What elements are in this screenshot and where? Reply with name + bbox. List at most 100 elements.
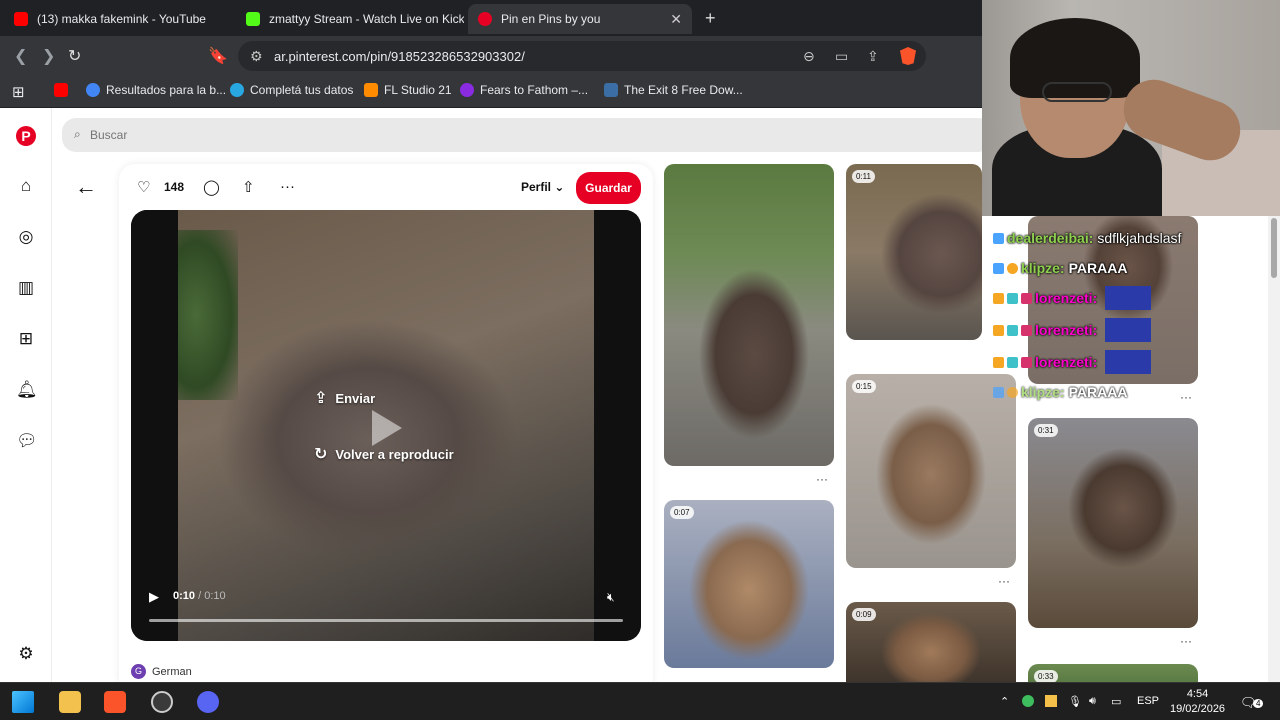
language-indicator[interactable]: ESP [1137,695,1159,707]
notifications-icon[interactable]: 🔔︎ [16,380,38,400]
bookmark-icon[interactable]: 🔖 [208,46,228,66]
feed-pin[interactable]: 0:09 [846,602,1016,682]
share-icon[interactable]: ⇧ [242,178,255,196]
feed-pin[interactable]: 0:11 [846,164,982,340]
url-text: ar.pinterest.com/pin/918523286532903302/ [274,49,525,64]
bookmark-exit8[interactable]: The Exit 8 Free Dow... [604,83,743,97]
explore-icon[interactable]: ◎ [16,227,36,247]
duration-badge: 0:11 [852,170,875,183]
verified-icon [993,386,1004,398]
back-icon[interactable]: ❮ [14,46,27,66]
webcam-overlay [982,0,1280,216]
google-icon [86,83,100,97]
bookmark-flstudio[interactable]: FL Studio 21 [364,83,452,97]
network-icon[interactable]: ▭ [1111,695,1121,708]
feed-pin[interactable]: 0:07 [664,500,834,668]
close-tab-icon[interactable]: ✕ [670,11,682,28]
badge-icon [1007,292,1018,304]
home-icon[interactable]: ⌂ [16,176,36,196]
youtube-icon [14,12,28,26]
more-options-icon[interactable]: ··· [998,574,1010,588]
tab-youtube[interactable]: (13) makka fakemink - YouTube [4,4,232,34]
badge-icon [1021,324,1032,336]
reload-icon[interactable]: ↻ [68,46,81,66]
search-bar[interactable]: ⌕ Buscar [62,118,992,152]
pin-author[interactable]: G German [131,664,192,679]
tray-app-icon[interactable] [1022,695,1034,707]
microphone-icon[interactable]: 🎙︎ [1068,695,1082,708]
share-icon[interactable]: ⇪ [867,48,879,65]
heart-icon[interactable]: ♡ [137,178,150,196]
tab-kick[interactable]: zmattyy Stream - Watch Live on Kick [236,4,464,34]
settings-icon[interactable]: ⚙ [16,644,36,664]
boards-icon[interactable]: ▥ [16,278,36,298]
emote-icon [1105,350,1152,374]
video-progress-bar[interactable] [149,619,623,622]
clock[interactable]: 4:54 19/02/2026 [1170,687,1225,717]
tray-overflow-icon[interactable]: ⌃ [1000,695,1009,708]
pin-actions-bar: ♡ 148 ◯ ⇧ ··· Perfil ⌄ Guardar [119,164,653,210]
pinterest-logo-icon[interactable]: P [16,126,36,146]
messages-icon[interactable]: 💬︎ [16,431,38,451]
scrollbar-thumb[interactable] [1271,218,1277,278]
feed-pin[interactable]: 0:15 [846,374,1016,568]
site-info-icon[interactable]: ⚙ [250,48,263,65]
chat-message: lorenzeti: [993,350,1152,374]
feed-pin[interactable] [664,164,834,466]
play-overlay-icon[interactable] [372,410,402,446]
badge-icon [1007,324,1018,336]
start-icon[interactable] [12,691,34,713]
duration-badge: 0:33 [1034,670,1058,682]
back-arrow-icon[interactable]: ← [75,174,97,200]
replay-button[interactable]: ↻ Volver a reproducir [314,444,454,464]
more-options-icon[interactable]: ··· [280,178,295,195]
more-options-icon[interactable]: ··· [1180,390,1192,404]
video-player[interactable]: ⇪ Enviar ↻ Volver a reproducir ▶ 0:10 / 0:… [131,210,641,641]
video-time: 0:10 / 0:10 [173,590,226,602]
play-icon[interactable]: ▶ [149,589,159,605]
chat-message: lorenzeti: [993,286,1152,310]
obs-icon[interactable] [151,691,173,713]
chat-message: dealerdeibai: sdflkjahdslasf [993,230,1181,246]
mute-icon[interactable]: 🔇︎ [607,590,615,605]
more-options-icon[interactable]: ··· [816,472,828,486]
bookmark-fears[interactable]: Fears to Fathom –... [460,83,588,97]
volume-icon[interactable]: 🔊︎ [1089,695,1096,708]
cast-icon[interactable]: ▭ [835,48,848,65]
bookmark-youtube[interactable] [54,83,74,97]
discord-icon[interactable] [197,691,219,713]
create-icon[interactable]: ⊞ [16,329,36,349]
send-button[interactable]: ⇪ Enviar [314,388,375,408]
duration-badge: 0:09 [852,608,876,621]
bookmark-completa[interactable]: Completá tus datos [230,83,353,97]
like-count: 148 [164,180,185,194]
feed-pin[interactable]: 0:33 [1028,664,1198,682]
apps-grid-icon[interactable]: ⊞ [12,83,25,101]
bookmark-google[interactable]: Resultados para la b... [86,83,226,97]
verified-icon [993,262,1004,274]
chat-message: lorenzeti: [993,318,1152,342]
duration-badge: 0:15 [852,380,876,393]
brave-shield-icon[interactable] [900,47,916,65]
forward-icon[interactable]: ❯ [42,46,55,66]
more-options-icon[interactable]: ··· [1180,634,1192,648]
zoom-icon[interactable]: ⊖ [803,48,815,65]
new-tab-button[interactable]: + [705,8,716,29]
left-nav: P ⌂ ◎ ▥ ⊞ 🔔︎ 💬︎ ⚙ [0,108,52,682]
search-placeholder: Buscar [90,128,128,142]
save-button[interactable]: Guardar [576,172,641,204]
profile-dropdown[interactable]: Perfil ⌄ [521,180,564,194]
flstudio-icon [364,83,378,97]
address-bar[interactable]: ⚙ ar.pinterest.com/pin/91852328653290330… [238,41,926,71]
pinterest-icon [478,12,492,26]
tab-pinterest[interactable]: Pin en Pins by you ✕ [468,4,692,34]
fears-icon [460,83,474,97]
comment-icon[interactable]: ◯ [203,178,220,196]
tab-bar: (13) makka fakemink - YouTube zmattyy St… [0,0,982,36]
tray-app-icon[interactable] [1045,695,1057,707]
badge-icon [1007,356,1018,368]
file-explorer-icon[interactable] [59,691,81,713]
feed-pin[interactable]: 0:31 [1028,418,1198,628]
brave-icon[interactable] [104,691,126,713]
browser-toolbar: ❮ ❯ ↻ 🔖 ⚙ ar.pinterest.com/pin/918523286… [0,36,982,76]
